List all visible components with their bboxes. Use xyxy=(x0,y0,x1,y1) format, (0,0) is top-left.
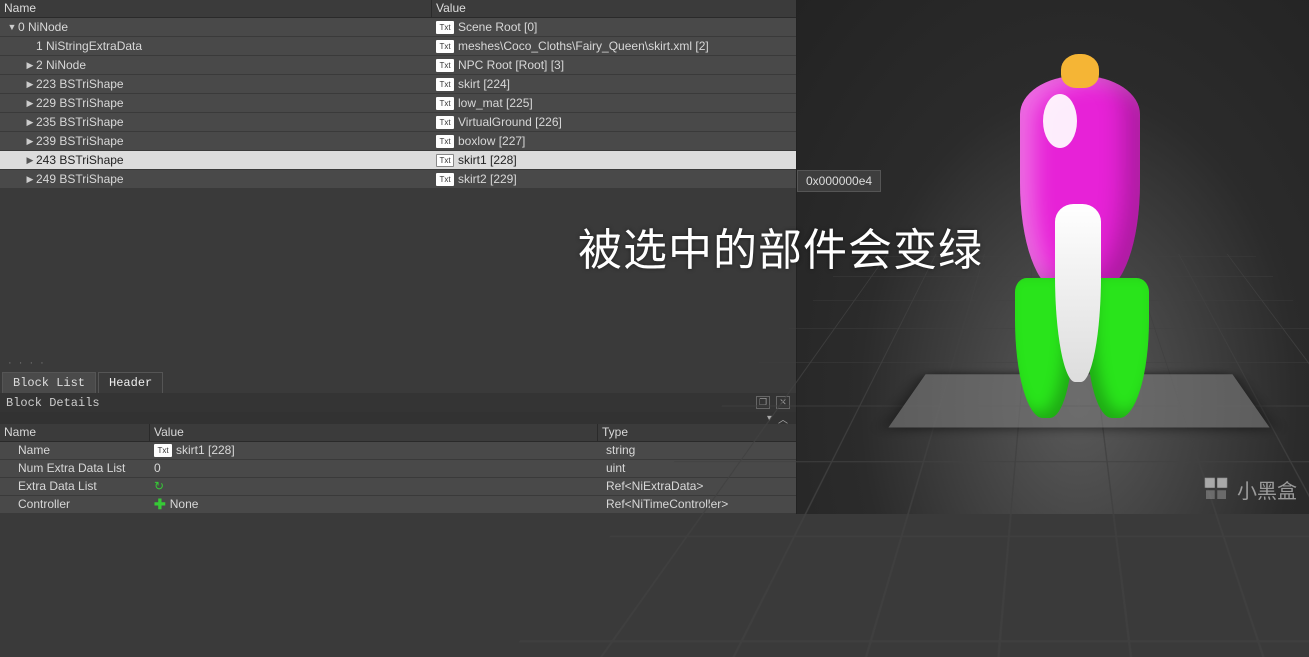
tree-node-name: 243 BSTriShape xyxy=(36,153,124,167)
expand-right-icon[interactable]: ▶ xyxy=(24,136,36,147)
txt-type-icon: Txt xyxy=(154,444,172,457)
tree-node-value: skirt1 [228] xyxy=(458,153,517,167)
expand-right-icon[interactable]: ▶ xyxy=(24,98,36,109)
watermark-logo-icon xyxy=(1201,474,1231,504)
tree-node-name: 2 NiNode xyxy=(36,58,86,72)
detail-name: Extra Data List xyxy=(0,479,150,493)
txt-type-icon: Txt xyxy=(436,40,454,53)
txt-type-icon: Txt xyxy=(436,59,454,72)
refresh-icon[interactable]: ↻ xyxy=(154,479,164,493)
expand-down-icon[interactable]: ▼ xyxy=(6,22,18,32)
expand-right-icon[interactable]: ▶ xyxy=(24,174,36,185)
tree-node-value: skirt [224] xyxy=(458,77,510,91)
details-header-name[interactable]: Name xyxy=(0,424,150,441)
3d-viewport[interactable]: 0x000000e4 xyxy=(796,0,1309,514)
tab-block-list[interactable]: Block List xyxy=(2,372,96,393)
tree-node-value: low_mat [225] xyxy=(458,96,533,110)
block-details-title: Block Details xyxy=(6,396,100,410)
expand-right-icon[interactable]: ▶ xyxy=(24,155,36,166)
tab-header[interactable]: Header xyxy=(98,372,163,393)
detail-name: Controller xyxy=(0,497,150,511)
tree-node-name: 223 BSTriShape xyxy=(36,77,124,91)
tree-row[interactable]: ▶239 BSTriShape Txt boxlow [227] xyxy=(0,132,796,151)
tree-row[interactable]: ▶249 BSTriShape Txt skirt2 [229] xyxy=(0,170,796,189)
tree-node-value: skirt2 [229] xyxy=(458,172,517,186)
tree-node-name: 229 BSTriShape xyxy=(36,96,124,110)
tree-row[interactable]: 1 NiStringExtraData Txt meshes\Coco_Cloths… xyxy=(0,37,796,56)
tree-node-value: NPC Root [Root] [3] xyxy=(458,58,564,72)
tree-node-value: meshes\Coco_Cloths\Fairy_Queen\skirt.xml… xyxy=(458,39,709,53)
tree-row[interactable]: ▶2 NiNode Txt NPC Root [Root] [3] xyxy=(0,56,796,75)
tree-node-name: 1 NiStringExtraData xyxy=(36,39,142,53)
tree-row[interactable]: ▶229 BSTriShape Txt low_mat [225] xyxy=(0,94,796,113)
expand-right-icon[interactable]: ▶ xyxy=(24,117,36,128)
watermark-text: 小黑盒 xyxy=(1237,475,1297,504)
expand-right-icon[interactable]: ▶ xyxy=(24,79,36,90)
plus-icon[interactable]: ✚ xyxy=(154,496,166,513)
txt-type-icon: Txt xyxy=(436,154,454,167)
tree-node-name: 0 NiNode xyxy=(18,20,68,34)
txt-type-icon: Txt xyxy=(436,97,454,110)
txt-type-icon: Txt xyxy=(436,116,454,129)
tree-row[interactable]: ▶223 BSTriShape Txt skirt [224] xyxy=(0,75,796,94)
detail-value: skirt1 [228] xyxy=(176,443,235,457)
tree-header-name[interactable]: Name xyxy=(0,0,432,17)
tree-node-name: 249 BSTriShape xyxy=(36,172,124,186)
tree-row[interactable]: ▶243 BSTriShape Txt skirt1 [228] xyxy=(0,151,796,170)
txt-type-icon: Txt xyxy=(436,173,454,186)
txt-type-icon: Txt xyxy=(436,21,454,34)
watermark: 小黑盒 xyxy=(1201,474,1297,504)
detail-name: Name xyxy=(0,443,150,457)
model-preview xyxy=(1015,50,1145,410)
hover-tooltip: 0x000000e4 xyxy=(797,170,881,192)
txt-type-icon: Txt xyxy=(436,78,454,91)
txt-type-icon: Txt xyxy=(436,135,454,148)
details-header-value[interactable]: Value xyxy=(150,424,598,441)
view-tabs: Block List Header xyxy=(0,371,796,393)
details-header-row: Name Value Type xyxy=(0,424,796,442)
tree-header-row: Name Value xyxy=(0,0,796,18)
tree-node-name: 239 BSTriShape xyxy=(36,134,124,148)
detail-value: None xyxy=(170,497,199,511)
detail-name: Num Extra Data List xyxy=(0,461,150,475)
ellipsis-indicator: · · · · xyxy=(0,355,796,371)
tree-node-value: boxlow [227] xyxy=(458,134,525,148)
detail-value: 0 xyxy=(154,461,161,475)
expand-right-icon[interactable]: ▶ xyxy=(24,60,36,71)
tree-node-value: Scene Root [0] xyxy=(458,20,537,34)
tree-row[interactable]: ▶235 BSTriShape Txt VirtualGround [226] xyxy=(0,113,796,132)
tree-row[interactable]: ▼0 NiNode Txt Scene Root [0] xyxy=(0,18,796,37)
tree-header-value[interactable]: Value xyxy=(432,0,796,17)
tree-node-name: 235 BSTriShape xyxy=(36,115,124,129)
tree-node-value: VirtualGround [226] xyxy=(458,115,562,129)
